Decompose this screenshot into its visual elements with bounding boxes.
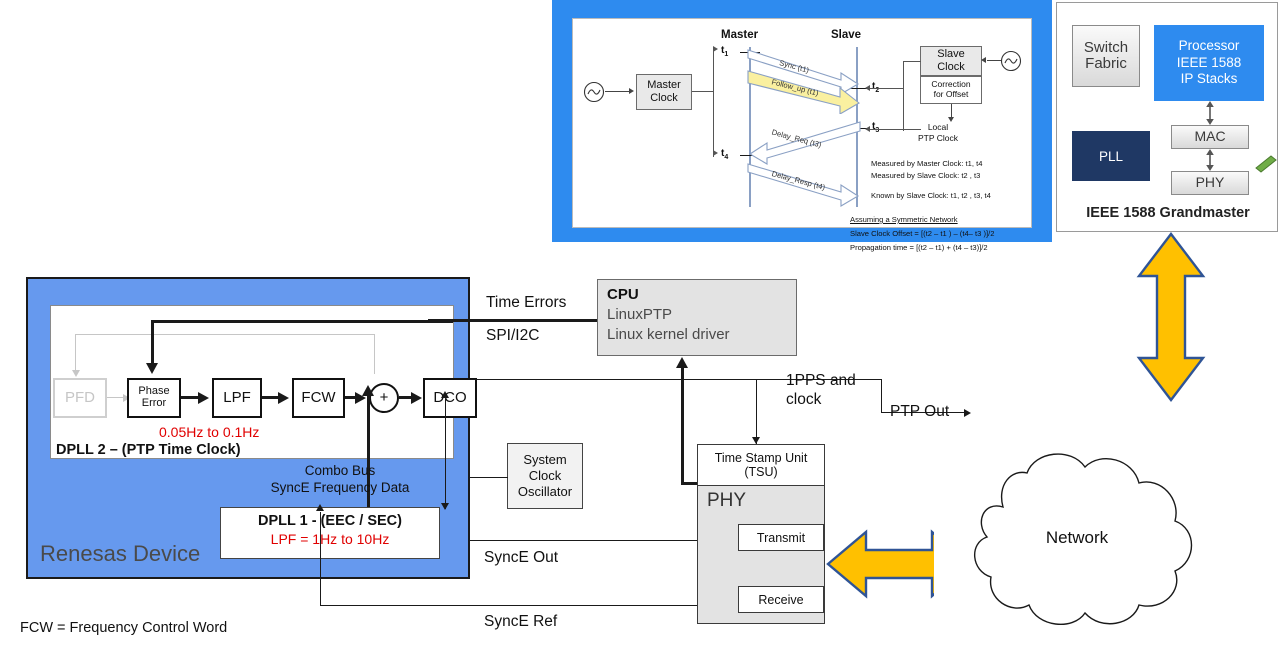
note-measured-master: Measured by Master Clock: t1, t4 (871, 159, 983, 168)
grandmaster-title: IEEE 1588 Grandmaster (1086, 205, 1250, 221)
timestamp-t1: t1 (721, 45, 729, 58)
switch-fabric-box: Switch Fabric (1072, 25, 1140, 87)
master-oscillator-icon (583, 81, 605, 103)
ptp-sequence-inner: Master Slave Master Clock t1 t2 t3 t4 Sy… (572, 18, 1032, 252)
phy-box: PHY (1171, 171, 1249, 195)
slave-clock-box: Slave Clock (920, 46, 982, 76)
renesas-device-label: Renesas Device (40, 541, 201, 566)
synce-ref-label: SyncE Ref (484, 613, 558, 630)
green-connector-icon (1255, 155, 1277, 173)
ptp-master-label: Master (721, 29, 759, 41)
pps-to-tsu-arrowhead (752, 437, 760, 444)
synce-out-label: SyncE Out (484, 549, 559, 566)
dpll1-bandwidth-label: LPF = 1Hz to 10Hz (270, 531, 390, 547)
pfd-block: PFD (53, 378, 107, 418)
time-errors-wire (428, 319, 598, 323)
mac-box: MAC (1171, 125, 1249, 149)
sysclk-wire (470, 477, 508, 479)
renesas-device-box: PFD Phase Error LPF FCW + DCO 0.05Hz to … (26, 277, 477, 579)
pps-to-tsu-wire (756, 379, 758, 444)
tsu-cpu-wire-v (681, 368, 685, 484)
assumption-heading: Assuming a Symmetric Network (850, 215, 958, 224)
synce-ref-wire-h (320, 605, 705, 607)
time-errors-label: Time Errors (486, 294, 567, 311)
dpll2-box: PFD Phase Error LPF FCW + DCO 0.05Hz to … (50, 305, 477, 459)
local-ptp-clock-label: Local PTP Clock (918, 122, 958, 143)
cpu-linuxptp: LinuxPTP (607, 305, 673, 323)
fcw-block: FCW (292, 378, 345, 418)
combo-bus-label: Combo Bus SyncE Frequency Data (270, 463, 410, 495)
ptp-out-drop-wire (881, 379, 883, 412)
note-measured-slave: Measured by Slave Clock: t2 , t3 (871, 171, 981, 180)
footnote-fcw: FCW = Frequency Control Word (20, 620, 228, 636)
mac-phy-arrow-icon (1206, 149, 1214, 171)
cpu-title: CPU (607, 286, 639, 303)
synce-ref-arrowhead (316, 504, 324, 511)
phy-block: PHY Transmit Receive (697, 485, 825, 624)
dpll2-title: DPLL 2 – (PTP Time Clock) (56, 442, 241, 458)
processor-mac-arrow-icon (1206, 101, 1214, 125)
timestamp-t3: t3 (872, 121, 880, 134)
ptp-slave-label: Slave (831, 29, 862, 41)
lpf-block: LPF (212, 378, 262, 418)
synce-out-wire (470, 540, 725, 542)
system-clock-oscillator-box: System Clock Oscillator (507, 443, 583, 509)
timestamp-t4: t4 (721, 148, 729, 161)
time-stamp-unit-box: Time Stamp Unit (TSU) (697, 444, 825, 486)
cpu-box: CPU LinuxPTP Linux kernel driver (597, 279, 797, 356)
slave-oscillator-icon (1000, 50, 1022, 72)
phy-label: PHY (707, 490, 747, 511)
spi-i2c-label: SPI/I2C (486, 327, 540, 344)
dpll1-box: DPLL 1 - (EEC / SEC) LPF = 1Hz to 10Hz (220, 507, 440, 559)
phy-network-arrow (826, 529, 934, 599)
transmit-box: Transmit (738, 524, 824, 551)
pps-clock-label: 1PPS and clock (786, 372, 856, 409)
dpll2-bandwidth-label: 0.05Hz to 0.1Hz (159, 424, 260, 440)
dco-block: DCO (423, 378, 477, 418)
tsu-cpu-arrowhead (676, 357, 688, 368)
network-label: Network (1046, 528, 1109, 547)
receive-box: Receive (738, 586, 824, 613)
pll-box: PLL (1072, 131, 1150, 181)
phase-error-block: Phase Error (127, 378, 181, 418)
ptp-sequence-panel: Master Slave Master Clock t1 t2 t3 t4 Sy… (552, 0, 1052, 252)
network-cloud: Network (973, 453, 1192, 625)
processor-box: Processor IEEE 1588 IP Stacks (1154, 25, 1264, 101)
formula-propagation-time: Propagation time = [(t2 – t1) + (t4 – t3… (850, 243, 988, 252)
correction-for-offset-box: Correction for Offset (920, 76, 982, 104)
master-clock-box: Master Clock (636, 74, 692, 110)
note-known-slave: Known by Slave Clock: t1, t2 , t3, t4 (871, 191, 991, 200)
formula-slave-clock-offset: Slave Clock Offset = [(t2 – t1 ) – (t4– … (850, 229, 995, 238)
grandmaster-panel: Switch Fabric Processor IEEE 1588 IP Sta… (1056, 2, 1278, 232)
grandmaster-network-arrow (1136, 232, 1206, 402)
cpu-kernel-driver: Linux kernel driver (607, 325, 730, 343)
dpll1-title: DPLL 1 - (EEC / SEC) (258, 513, 402, 529)
synce-ref-wire-v (320, 512, 322, 606)
